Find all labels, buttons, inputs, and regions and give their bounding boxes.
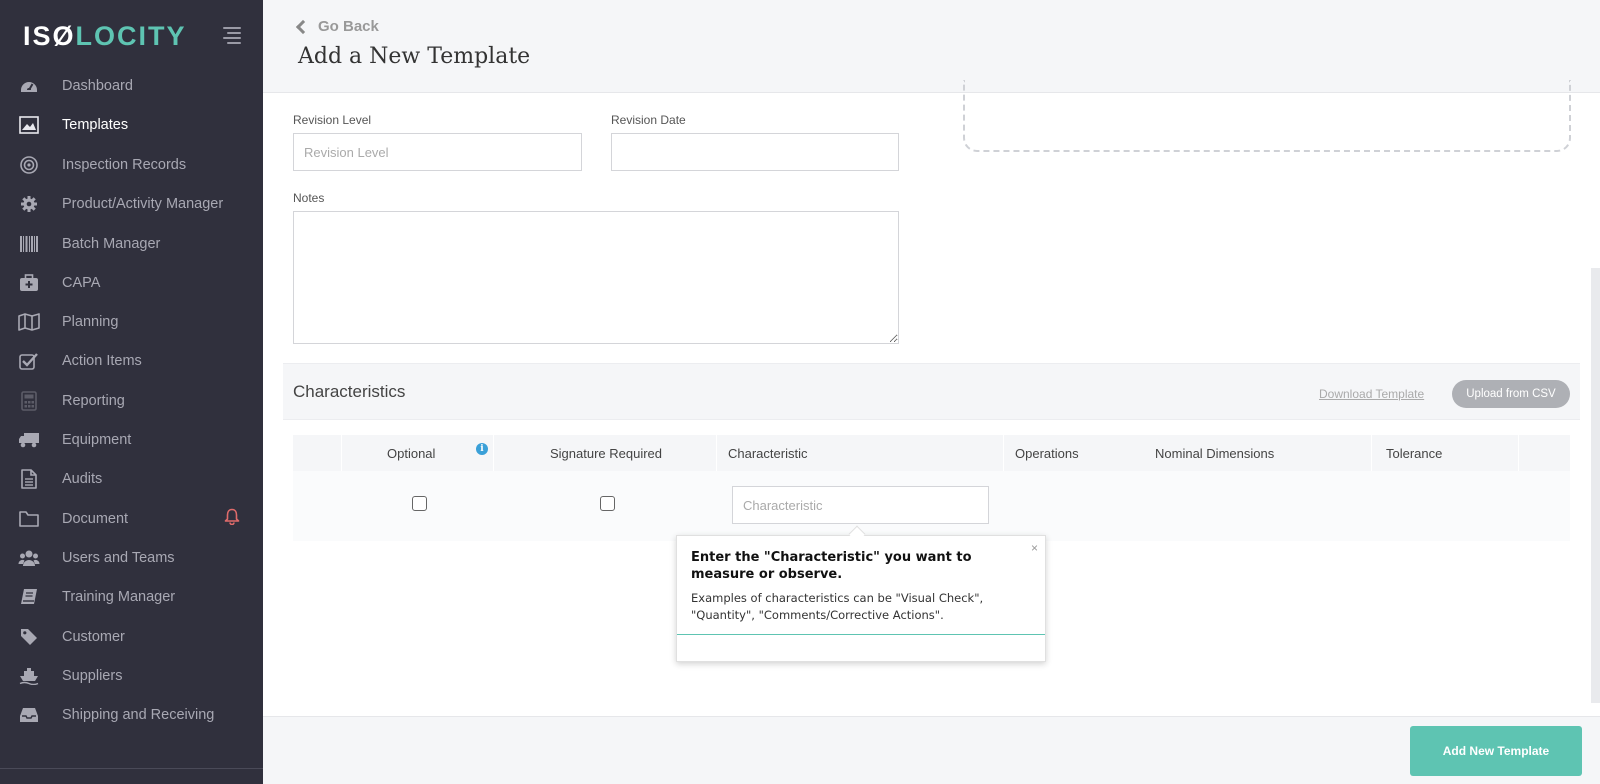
column-divider (1003, 435, 1004, 471)
truck-icon (18, 429, 40, 451)
logo-text-part1: ISØ (23, 20, 76, 51)
sidebar-item-label: Product/Activity Manager (62, 196, 224, 212)
sidebar-item-label: CAPA (62, 275, 101, 291)
sidebar-item-label: Reporting (62, 393, 125, 409)
tag-icon (18, 626, 40, 648)
sidebar-item-label: Dashboard (62, 78, 133, 94)
target-icon (18, 154, 40, 176)
revision-date-input[interactable] (611, 133, 899, 171)
sidebar-item-action-items[interactable]: Action Items (0, 343, 263, 379)
sidebar-item-label: Document (62, 511, 129, 527)
sidebar-item-shipping-and-receiving[interactable]: Shipping and Receiving (0, 697, 263, 733)
file-dropzone[interactable] (963, 80, 1571, 152)
tooltip-divider (677, 634, 1045, 635)
notes-label: Notes (293, 191, 325, 205)
sidebar-item-batch-manager[interactable]: Batch Manager (0, 226, 263, 262)
sidebar-item-label: Training Manager (62, 589, 176, 605)
logo-text-part2: LOCITY (75, 20, 187, 51)
sidebar-item-label: Suppliers (62, 668, 123, 684)
optional-checkbox[interactable] (412, 496, 427, 511)
add-new-template-button[interactable]: Add New Template (1410, 726, 1582, 776)
barcode-icon (18, 233, 40, 255)
sidebar-item-customer[interactable]: Customer (0, 619, 263, 655)
ship-icon (18, 665, 40, 687)
sidebar-item-label: Planning (62, 314, 119, 330)
app-logo[interactable]: ISØ LOCITY (23, 20, 187, 52)
column-header-nominal-dimensions: Nominal Dimensions (1155, 445, 1275, 461)
sidebar-item-audits[interactable]: Audits (0, 461, 263, 497)
book-icon (18, 586, 40, 608)
characteristic-input[interactable] (732, 486, 989, 524)
users-icon (18, 547, 40, 569)
column-header-optional: Optional (387, 445, 436, 461)
sidebar-item-training-manager[interactable]: Training Manager (0, 579, 263, 615)
sidebar-item-label: Equipment (62, 432, 132, 448)
sidebar-item-label: Batch Manager (62, 236, 161, 252)
scrollbar[interactable] (1591, 268, 1600, 703)
sidebar-item-label: Customer (62, 629, 125, 645)
sidebar: ISØ LOCITY Dashboard Templates Inspection… (0, 0, 263, 784)
revision-date-label: Revision Date (611, 113, 686, 127)
sidebar-item-label: Templates (62, 117, 129, 133)
sidebar-item-suppliers[interactable]: Suppliers (0, 658, 263, 694)
upload-csv-button[interactable]: Upload from CSV (1452, 380, 1570, 408)
file-icon (18, 468, 40, 490)
inbox-icon (18, 704, 40, 726)
checkbox-icon (18, 350, 40, 372)
folder-icon (18, 508, 40, 530)
go-back-label: Go Back (318, 18, 379, 35)
column-header-signature-required: Signature Required (550, 445, 663, 461)
column-header-characteristic: Characteristic (728, 445, 808, 461)
sidebar-item-planning[interactable]: Planning (0, 304, 263, 340)
medkit-icon (18, 272, 40, 294)
chevron-left-icon (295, 19, 311, 35)
sidebar-item-users-and-teams[interactable]: Users and Teams (0, 540, 263, 576)
gear-icon (18, 193, 40, 215)
column-divider (341, 435, 342, 471)
column-header-tolerance: Tolerance (1386, 445, 1443, 461)
sidebar-item-templates[interactable]: Templates (0, 107, 263, 143)
column-divider (1518, 435, 1519, 471)
sidebar-item-equipment[interactable]: Equipment (0, 422, 263, 458)
revision-level-input[interactable] (293, 133, 582, 171)
image-icon (18, 114, 40, 136)
sidebar-divider (0, 768, 263, 769)
menu-toggle-icon[interactable] (219, 27, 241, 44)
sidebar-item-label: Users and Teams (62, 550, 175, 566)
column-divider (716, 435, 717, 471)
tooltip-body: Examples of characteristics can be "Visu… (691, 591, 984, 622)
notes-textarea[interactable] (293, 211, 899, 344)
close-icon[interactable]: × (1031, 541, 1038, 555)
table-row (293, 471, 1570, 541)
sidebar-item-capa[interactable]: CAPA (0, 265, 263, 301)
tooltip-title: Enter the "Characteristic" you want to m… (691, 550, 972, 582)
revision-level-label: Revision Level (293, 113, 372, 127)
signature-required-checkbox[interactable] (600, 496, 615, 511)
column-divider (493, 435, 494, 471)
sidebar-item-label: Inspection Records (62, 157, 187, 173)
sidebar-item-document[interactable]: Document (0, 501, 263, 537)
characteristics-header: Characteristics Download Template Upload… (283, 363, 1580, 420)
sidebar-item-label: Shipping and Receiving (62, 707, 215, 723)
map-icon (18, 311, 40, 333)
bell-icon[interactable] (224, 508, 240, 530)
sidebar-item-product-activity-manager[interactable]: Product/Activity Manager (0, 186, 263, 222)
column-header-operations: Operations (1015, 445, 1079, 461)
sidebar-item-inspection-records[interactable]: Inspection Records (0, 147, 263, 183)
sidebar-item-label: Audits (62, 471, 103, 487)
go-back-link[interactable]: Go Back (295, 18, 379, 35)
column-divider (1371, 435, 1372, 471)
sidebar-item-dashboard[interactable]: Dashboard (0, 68, 263, 104)
page-title: Add a New Template (298, 44, 531, 69)
calculator-icon (18, 390, 40, 412)
dashboard-icon (18, 75, 40, 97)
info-icon[interactable]: i (476, 443, 488, 455)
characteristics-title: Characteristics (293, 382, 406, 401)
characteristic-tooltip: × Enter the "Characteristic" you want to… (676, 535, 1046, 662)
sidebar-item-label: Action Items (62, 353, 142, 369)
download-template-link[interactable]: Download Template (1319, 387, 1424, 401)
sidebar-item-reporting[interactable]: Reporting (0, 383, 263, 419)
page-footer: Add New Template (263, 716, 1600, 784)
